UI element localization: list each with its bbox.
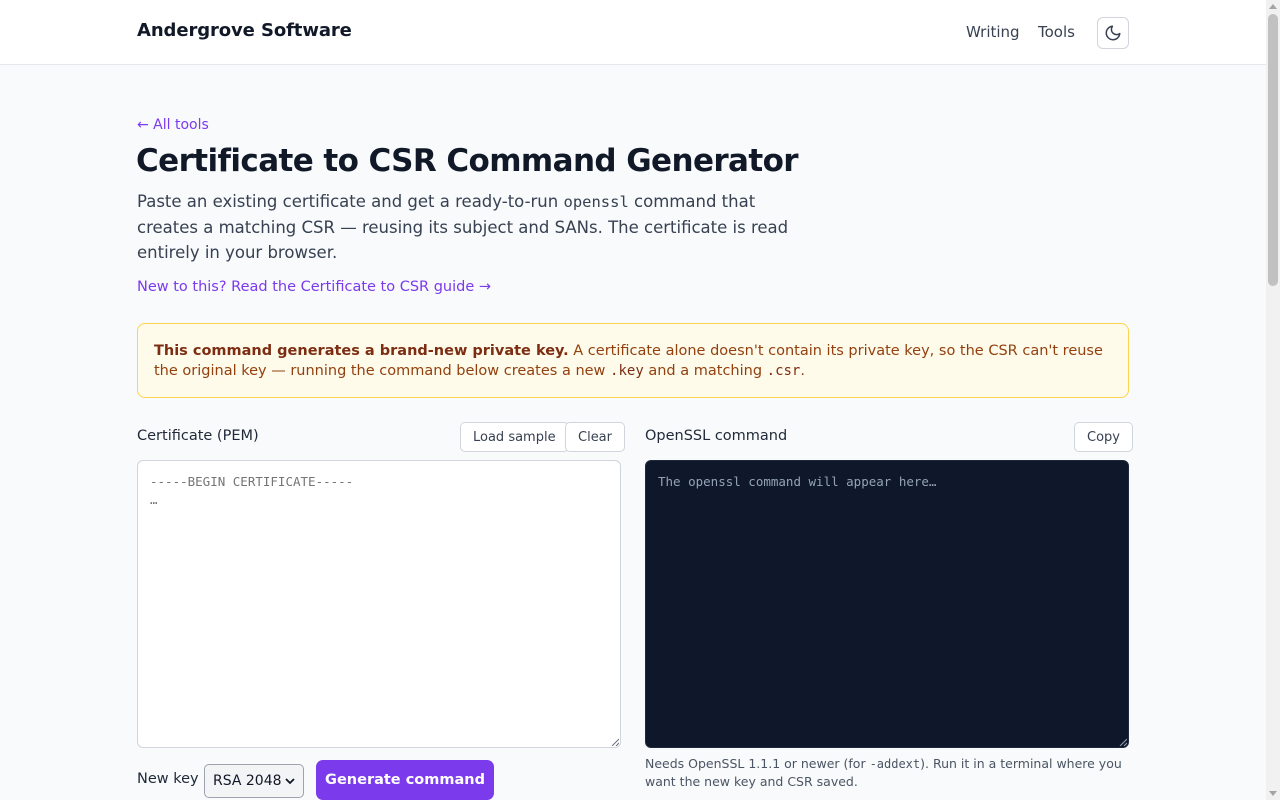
key-type-select[interactable]: RSA 2048	[204, 764, 304, 798]
notice-code-csr: .csr	[766, 363, 801, 379]
page-title: Certificate to CSR Command Generator	[136, 143, 799, 179]
guide-link[interactable]: New to this? Read the Certificate to CSR…	[137, 279, 491, 295]
all-tools-link[interactable]: ← All tools	[137, 117, 209, 133]
private-key-notice: This command generates a brand-new priva…	[137, 323, 1129, 398]
certificate-label: Certificate (PEM)	[137, 428, 259, 444]
intro-part1: Paste an existing certificate and get a …	[137, 192, 564, 211]
generate-command-button[interactable]: Generate command	[316, 760, 494, 800]
openssl-command-output[interactable]: The openssl command will appear here…	[645, 460, 1129, 748]
notice-part2: and a matching	[643, 363, 767, 379]
resize-grip-icon[interactable]	[611, 738, 619, 746]
nav-tools[interactable]: Tools	[1038, 23, 1075, 41]
load-sample-button[interactable]: Load sample	[460, 422, 569, 452]
openssl-command-label: OpenSSL command	[645, 428, 788, 444]
resize-grip-icon[interactable]	[1119, 738, 1127, 746]
certificate-input[interactable]	[137, 460, 621, 748]
key-type-value: RSA 2048	[213, 773, 282, 789]
notice-part3: .	[800, 363, 805, 379]
new-key-label: New key	[137, 771, 199, 787]
clear-button[interactable]: Clear	[565, 422, 625, 452]
page-scrollbar[interactable]	[1266, 0, 1280, 800]
copy-button[interactable]: Copy	[1074, 422, 1133, 452]
scroll-down-arrow-icon[interactable]	[1269, 791, 1277, 796]
moon-icon	[1105, 25, 1121, 41]
help-code: -addext	[869, 757, 921, 771]
theme-toggle-button[interactable]	[1097, 17, 1129, 49]
intro-text: Paste an existing certificate and get a …	[137, 189, 797, 265]
openssl-help-text: Needs OpenSSL 1.1.1 or newer (for -addex…	[645, 755, 1135, 790]
notice-bold: This command generates a brand-new priva…	[154, 343, 569, 359]
nav-writing[interactable]: Writing	[966, 23, 1020, 41]
chevron-down-icon	[285, 778, 295, 785]
help-part1: Needs OpenSSL 1.1.1 or newer (for	[645, 756, 870, 771]
brand-logo[interactable]: Andergrove Software	[137, 20, 352, 41]
site-header: Andergrove Software Writing Tools	[0, 0, 1266, 65]
intro-code: openssl	[563, 193, 629, 211]
scroll-up-arrow-icon[interactable]	[1269, 4, 1277, 9]
notice-code-key: .key	[610, 363, 644, 379]
scroll-thumb[interactable]	[1268, 14, 1278, 286]
